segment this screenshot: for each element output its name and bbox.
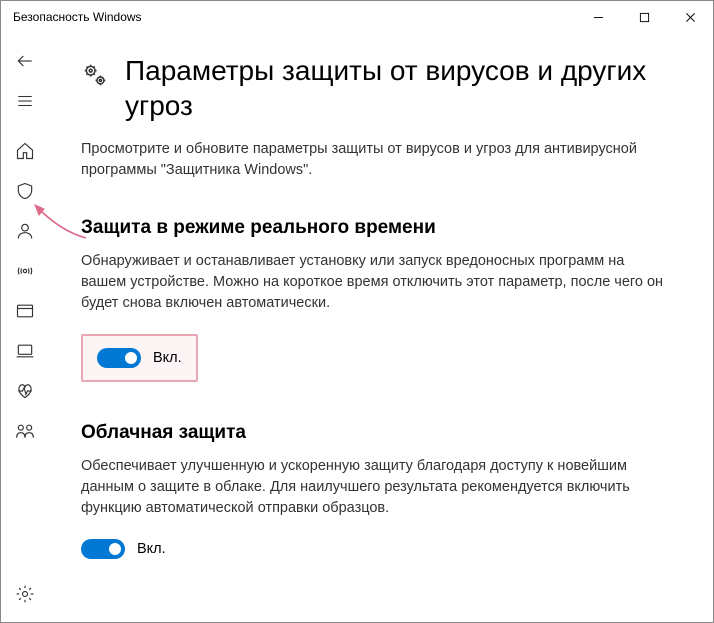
- back-button[interactable]: [1, 41, 49, 81]
- close-button[interactable]: [667, 1, 713, 33]
- window-title: Безопасность Windows: [13, 10, 142, 24]
- toggle-label-realtime: Вкл.: [153, 350, 182, 366]
- sidebar: [1, 33, 49, 622]
- cloud-protection-toggle[interactable]: [81, 539, 125, 559]
- sidebar-item-account-protection[interactable]: [1, 211, 49, 251]
- maximize-button[interactable]: [621, 1, 667, 33]
- section-title-realtime: Защита в режиме реального времени: [81, 217, 673, 239]
- window-body: Параметры защиты от вирусов и других угр…: [1, 33, 713, 622]
- section-desc-cloud: Обеспечивает улучшенную и ускоренную защ…: [81, 456, 673, 519]
- section-realtime-protection: Защита в режиме реального времени Обнару…: [81, 217, 673, 382]
- section-desc-realtime: Обнаруживает и останавливает установку и…: [81, 251, 673, 314]
- sidebar-item-family-options[interactable]: [1, 411, 49, 451]
- settings-gears-icon: [81, 61, 109, 89]
- toggle-label-cloud: Вкл.: [137, 541, 166, 557]
- sidebar-item-device-performance[interactable]: [1, 371, 49, 411]
- page-description: Просмотрите и обновите параметры защиты …: [81, 139, 673, 181]
- sidebar-item-home[interactable]: [1, 131, 49, 171]
- menu-button[interactable]: [1, 81, 49, 121]
- minimize-button[interactable]: [575, 1, 621, 33]
- toggle-row-cloud: Вкл.: [81, 539, 673, 559]
- titlebar: Безопасность Windows: [1, 1, 713, 33]
- sidebar-item-settings[interactable]: [1, 574, 49, 614]
- sidebar-item-device-security[interactable]: [1, 331, 49, 371]
- annotation-highlight-box: Вкл.: [81, 334, 198, 382]
- section-title-cloud: Облачная защита: [81, 422, 673, 444]
- content-area: Параметры защиты от вирусов и других угр…: [49, 33, 713, 622]
- window-controls: [575, 1, 713, 33]
- sidebar-item-virus-protection[interactable]: [1, 171, 49, 211]
- page-header: Параметры защиты от вирусов и других угр…: [81, 53, 673, 123]
- toggle-row-realtime: Вкл.: [97, 348, 182, 368]
- page-title: Параметры защиты от вирусов и других угр…: [125, 53, 673, 123]
- sidebar-item-app-browser-control[interactable]: [1, 291, 49, 331]
- realtime-protection-toggle[interactable]: [97, 348, 141, 368]
- sidebar-item-firewall[interactable]: [1, 251, 49, 291]
- window: Безопасность Windows: [0, 0, 714, 623]
- section-cloud-protection: Облачная защита Обеспечивает улучшенную …: [81, 422, 673, 559]
